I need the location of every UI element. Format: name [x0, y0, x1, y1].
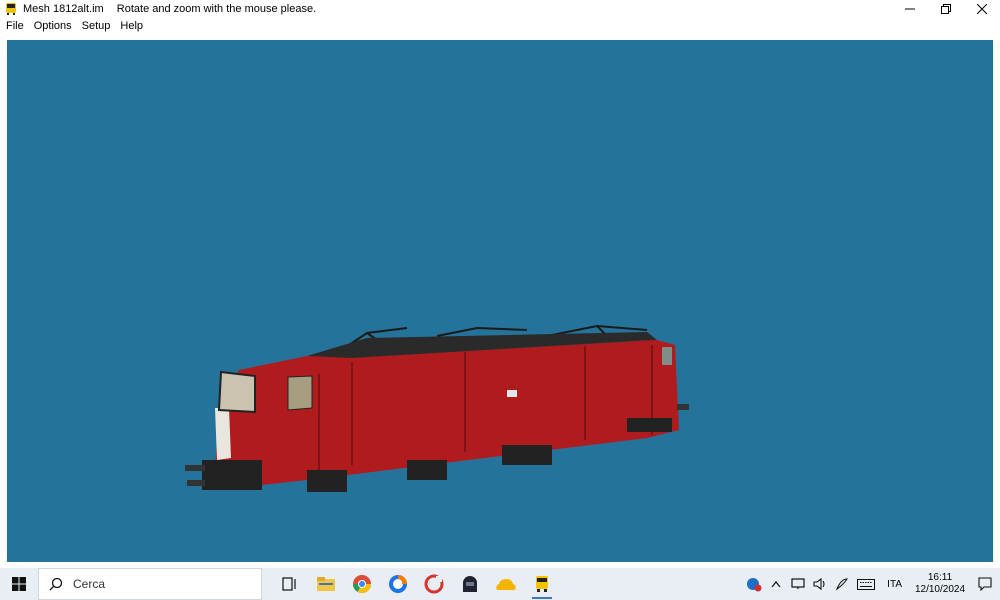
- cab-window-side: [287, 375, 313, 411]
- taskbar-clock[interactable]: 16:11 12/10/2024: [910, 572, 970, 596]
- mesh-viewer-icon: [536, 576, 548, 592]
- taskbar-chrome[interactable]: [346, 568, 378, 600]
- pen-tray-button[interactable]: [831, 568, 853, 600]
- locomotive-model: [185, 324, 689, 492]
- system-tray: ITA 16:11 12/10/2024: [743, 568, 1000, 600]
- rear-cab-window: [662, 347, 672, 365]
- ccleaner-icon: [424, 574, 444, 594]
- notification-icon: [978, 577, 992, 591]
- minimize-icon: [905, 8, 915, 10]
- title-bar: Mesh 1812alt.im Rotate and zoom with the…: [0, 0, 1000, 18]
- network-icon: [791, 578, 805, 589]
- cab-front-panel: [215, 408, 231, 460]
- taskbar-file-explorer[interactable]: [310, 568, 342, 600]
- search-input[interactable]: [73, 577, 243, 591]
- task-view-button[interactable]: [274, 568, 306, 600]
- restore-button[interactable]: [928, 0, 964, 18]
- search-icon: [49, 577, 63, 591]
- menu-setup[interactable]: Setup: [77, 18, 116, 35]
- window-controls: [892, 0, 1000, 18]
- cloud-icon: [496, 579, 516, 590]
- close-icon: [977, 4, 987, 14]
- window-title: Mesh 1812alt.im Rotate and zoom with the…: [23, 3, 316, 15]
- firefox-icon: [389, 575, 407, 593]
- tray-expand-button[interactable]: [765, 568, 787, 600]
- help-alert-icon: [747, 578, 762, 592]
- folder-icon: [317, 577, 335, 591]
- task-view-icon: [282, 577, 296, 591]
- close-button[interactable]: [964, 0, 1000, 18]
- chrome-icon: [353, 575, 371, 594]
- mesh-viewport[interactable]: [7, 40, 993, 562]
- clock-time: 16:11: [927, 572, 953, 583]
- pen-icon: [836, 578, 849, 591]
- db-logo: [507, 390, 517, 397]
- notification-center-button[interactable]: [970, 568, 1000, 600]
- windows-logo-icon: [12, 577, 26, 591]
- menu-options[interactable]: Options: [29, 18, 77, 35]
- restore-icon: [941, 4, 951, 14]
- window-title-name: Mesh 1812alt.im: [23, 3, 104, 15]
- cab-window-front: [217, 370, 256, 414]
- menu-file[interactable]: File: [0, 18, 29, 35]
- help-tray-button[interactable]: [743, 568, 765, 600]
- taskbar-search[interactable]: [38, 568, 262, 600]
- menu-help[interactable]: Help: [115, 18, 148, 35]
- taskbar-app-cloud[interactable]: [490, 568, 522, 600]
- taskbar-app-mesh-viewer[interactable]: [526, 568, 558, 600]
- train-app-icon: [463, 576, 477, 592]
- input-language[interactable]: ITA: [879, 579, 910, 590]
- volume-tray-button[interactable]: [809, 568, 831, 600]
- chevron-up-icon: [771, 581, 781, 588]
- menu-bar: File Options Setup Help: [0, 18, 1000, 35]
- taskbar: ITA 16:11 12/10/2024: [0, 568, 1000, 600]
- keyboard-tray-button[interactable]: [853, 568, 879, 600]
- speaker-icon: [813, 578, 825, 590]
- taskbar-app-train[interactable]: [454, 568, 486, 600]
- taskbar-app-ccleaner[interactable]: [418, 568, 450, 600]
- window-title-hint: Rotate and zoom with the mouse please.: [116, 3, 317, 15]
- network-tray-button[interactable]: [787, 568, 809, 600]
- clock-date: 12/10/2024: [914, 584, 966, 595]
- keyboard-icon: [857, 578, 876, 590]
- app-train-icon: [6, 3, 16, 15]
- taskbar-firefox[interactable]: [382, 568, 414, 600]
- start-button[interactable]: [0, 568, 38, 600]
- minimize-button[interactable]: [892, 0, 928, 18]
